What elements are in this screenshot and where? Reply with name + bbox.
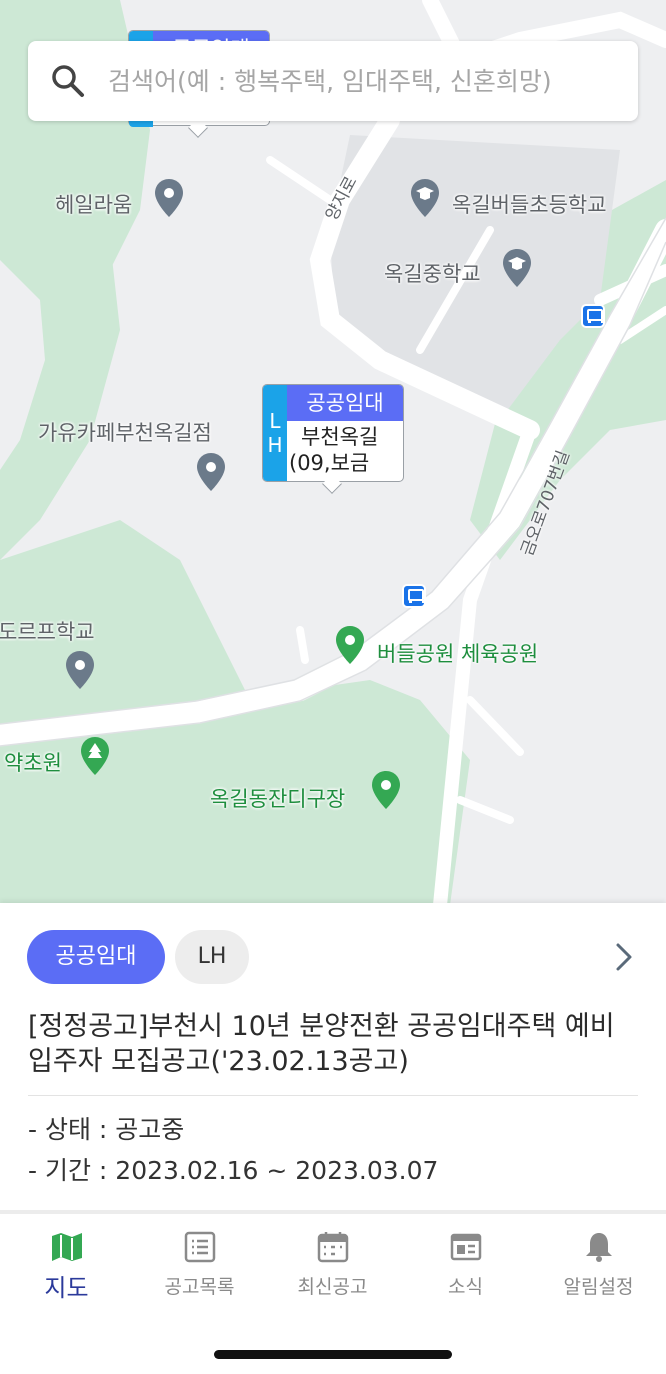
marker-body: 부천옥길 (09,보금 (287, 421, 403, 476)
home-indicator (214, 1350, 452, 1359)
map-view[interactable]: 공공임대 헤일라움 옥길버들초등학교 옥길중학교 양지로 LH 공공임대 부천옥… (0, 0, 666, 905)
bell-icon (585, 1233, 612, 1262)
tab-label: 알림설정 (563, 1276, 634, 1298)
tree-pin-icon[interactable] (80, 736, 110, 776)
map-label-park-sports: 버들공원 체육공원 (377, 642, 539, 666)
map-label-jandi: 옥길동잔디구장 (210, 787, 346, 811)
place-pin-icon[interactable] (65, 650, 95, 690)
map-icon (51, 1233, 82, 1261)
tab-latest[interactable]: 최신공고 (266, 1230, 399, 1310)
marker-title: 부천옥길 (301, 425, 379, 449)
tab-label: 최신공고 (297, 1276, 368, 1298)
search-icon[interactable] (50, 63, 86, 99)
card-divider (28, 1095, 638, 1096)
tab-label: 공고목록 (164, 1276, 235, 1298)
tab-label: 소식 (448, 1276, 483, 1298)
search-input[interactable] (108, 41, 628, 121)
list-icon (184, 1231, 215, 1263)
tab-label: 지도 (44, 1274, 89, 1302)
tab-map[interactable]: 지도 (0, 1230, 133, 1310)
notice-period: - 기간 : 2023.02.16 ~ 2023.03.07 (28, 1156, 439, 1185)
marker-org-badge: LH (263, 385, 287, 481)
tab-notifications[interactable]: 알림설정 (532, 1230, 665, 1310)
tab-news[interactable]: 소식 (399, 1230, 532, 1310)
map-label-haeil: 헤일라움 (55, 193, 133, 217)
school-pin-icon[interactable] (502, 248, 532, 288)
map-label-middle-school: 옥길중학교 (384, 262, 481, 286)
marker-category: 공공임대 (287, 385, 403, 421)
place-pin-icon[interactable] (154, 178, 184, 218)
notice-status: - 상태 : 공고중 (28, 1115, 185, 1144)
news-icon (450, 1233, 481, 1261)
search-bar[interactable] (28, 41, 638, 121)
map-label-cafe: 가유카페부천옥길점 (38, 421, 212, 445)
chevron-right-icon[interactable] (610, 941, 638, 973)
school-pin-icon[interactable] (410, 178, 440, 218)
park-pin-icon[interactable] (371, 770, 401, 810)
calendar-icon (317, 1232, 348, 1263)
notice-title[interactable]: [정정공고]부천시 10년 분양전환 공공임대주택 예비입주자 모집공고('23… (28, 1009, 638, 1079)
park-pin-icon[interactable] (335, 625, 365, 665)
place-pin-icon[interactable] (196, 452, 226, 492)
notice-card[interactable]: 공공임대 LH [정정공고]부천시 10년 분양전환 공공임대주택 예비입주자 … (0, 903, 666, 1210)
map-label-yakcho: 약초원 (4, 751, 62, 775)
housing-marker[interactable]: LH 공공임대 부천옥길 (09,보금 (262, 384, 404, 494)
category-chip: 공공임대 (27, 930, 165, 984)
bus-stop-icon[interactable] (581, 304, 605, 328)
marker-subtitle: (09,보금 (289, 451, 370, 475)
org-chip: LH (175, 930, 249, 984)
bus-stop-icon[interactable] (402, 584, 426, 608)
tab-list[interactable]: 공고목록 (133, 1230, 266, 1310)
map-label-waldorf: 도르프학교 (0, 620, 95, 644)
map-label-elementary-school: 옥길버들초등학교 (452, 193, 607, 217)
